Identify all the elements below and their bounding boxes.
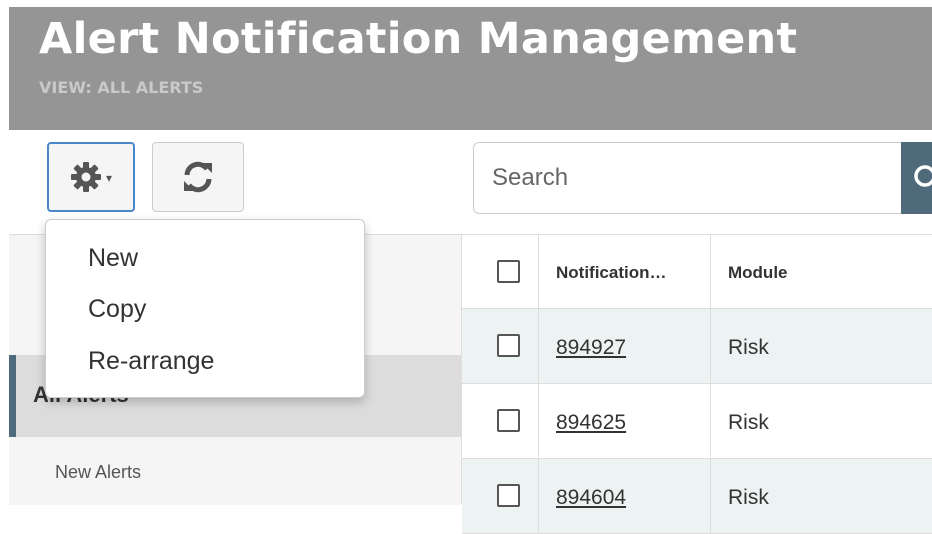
sidebar-item-new-alerts[interactable]: New Alerts bbox=[55, 462, 141, 483]
search-button[interactable] bbox=[901, 142, 932, 214]
menu-item-new[interactable]: New bbox=[88, 244, 138, 273]
column-header-module[interactable]: Module bbox=[728, 263, 788, 283]
table-row: 894625 Risk bbox=[462, 384, 932, 459]
view-subtitle: VIEW: ALL ALERTS bbox=[39, 78, 204, 97]
module-cell: Risk bbox=[728, 486, 769, 509]
row-checkbox[interactable] bbox=[497, 409, 520, 432]
page-title: Alert Notification Management bbox=[39, 14, 798, 64]
refresh-button[interactable] bbox=[152, 142, 244, 212]
column-header-notification[interactable]: Notification… bbox=[556, 263, 667, 283]
notification-id-link[interactable]: 894927 bbox=[556, 336, 626, 360]
notification-id-link[interactable]: 894604 bbox=[556, 486, 626, 510]
refresh-icon bbox=[184, 161, 212, 193]
table-header-row: Notification… Module bbox=[462, 234, 932, 309]
table-row: 894604 Risk bbox=[462, 459, 932, 534]
chevron-down-icon: ▾ bbox=[105, 171, 113, 185]
module-cell: Risk bbox=[728, 336, 769, 359]
menu-item-copy[interactable]: Copy bbox=[88, 295, 146, 324]
select-all-checkbox[interactable] bbox=[497, 260, 520, 283]
settings-dropdown-button[interactable]: ▾ bbox=[47, 142, 135, 212]
settings-dropdown-menu: New Copy Re-arrange bbox=[45, 219, 365, 398]
table-row: 894927 Risk bbox=[462, 309, 932, 384]
menu-item-rearrange[interactable]: Re-arrange bbox=[88, 347, 214, 376]
alerts-table: Notification… Module 894927 Risk 894625 … bbox=[461, 234, 932, 534]
search-icon bbox=[914, 165, 932, 187]
gear-icon bbox=[70, 162, 101, 192]
search-input[interactable] bbox=[473, 142, 906, 214]
search-bar bbox=[473, 142, 932, 214]
row-checkbox[interactable] bbox=[497, 334, 520, 357]
module-cell: Risk bbox=[728, 411, 769, 434]
notification-id-link[interactable]: 894625 bbox=[556, 411, 626, 435]
